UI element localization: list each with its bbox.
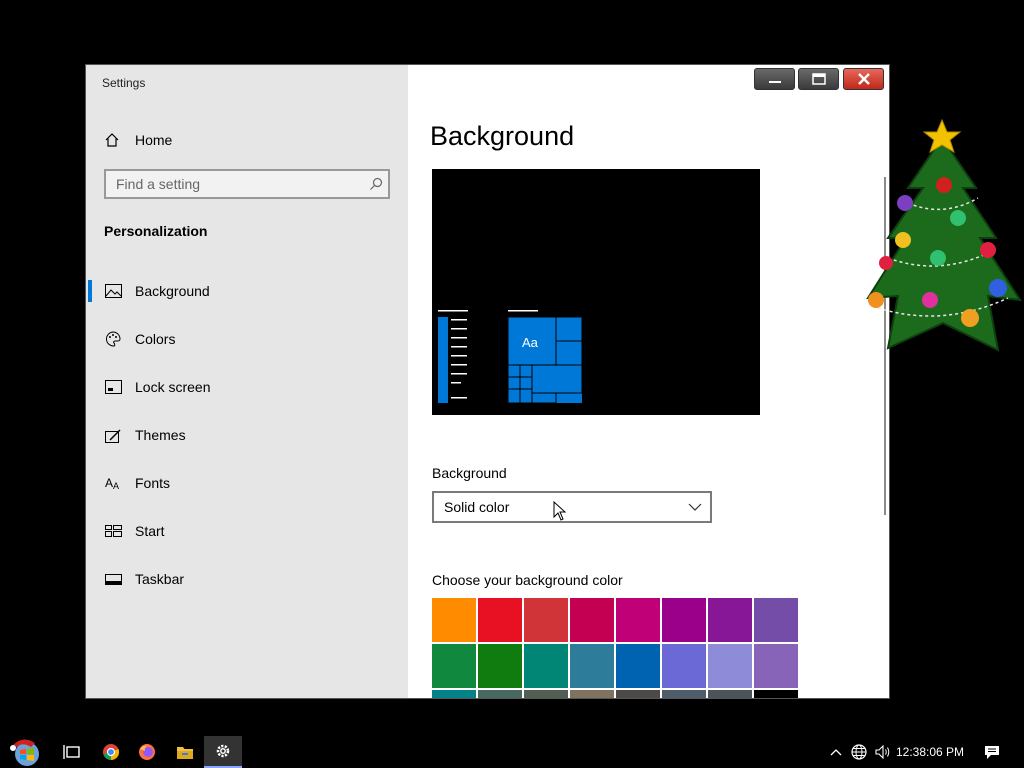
minimize-button[interactable] [754, 68, 795, 90]
action-center-button[interactable] [980, 736, 1004, 768]
background-type-select[interactable]: Solid color [432, 491, 712, 523]
color-swatch[interactable] [754, 690, 798, 698]
color-swatch[interactable] [478, 644, 522, 688]
color-swatch[interactable] [524, 690, 568, 698]
show-hidden-icons-button[interactable] [826, 736, 846, 768]
search-box[interactable] [104, 169, 390, 199]
search-input[interactable] [106, 176, 364, 192]
color-swatch[interactable] [432, 644, 476, 688]
start-button[interactable] [6, 736, 46, 768]
color-swatch[interactable] [432, 690, 476, 698]
sidebar-item-fonts[interactable]: AA Fonts [86, 464, 408, 502]
maximize-button[interactable] [798, 68, 839, 90]
sidebar-item-label: Lock screen [135, 379, 211, 395]
section-title: Personalization [104, 223, 208, 239]
window-title: Settings [102, 76, 146, 90]
mouse-cursor-icon [553, 500, 567, 526]
sidebar-item-lock-screen[interactable]: Lock screen [86, 368, 408, 406]
sidebar-item-label: Start [135, 523, 165, 539]
svg-text:A: A [113, 481, 119, 490]
sidebar-item-colors[interactable]: Colors [86, 320, 408, 358]
christmas-tree-decoration [848, 118, 1023, 358]
notification-icon [985, 745, 999, 759]
background-field-label: Background [432, 465, 507, 481]
start-menu-preview [438, 310, 583, 404]
chrome-icon [103, 744, 120, 761]
sidebar-item-themes[interactable]: Themes [86, 416, 408, 454]
color-swatch[interactable] [478, 598, 522, 642]
close-icon [857, 73, 870, 85]
color-swatch[interactable] [662, 690, 706, 698]
taskbar-clock[interactable]: 12:38:06 PM [896, 745, 964, 759]
color-swatch[interactable] [708, 690, 752, 698]
sidebar-item-taskbar[interactable]: Taskbar [86, 560, 408, 598]
sidebar-item-start[interactable]: Start [86, 512, 408, 550]
sidebar-item-background[interactable]: Background [86, 272, 408, 310]
chevron-up-icon [830, 749, 842, 756]
color-swatch[interactable] [570, 644, 614, 688]
globe-icon [851, 744, 867, 760]
page-title: Background [430, 121, 575, 151]
picture-icon [104, 284, 122, 298]
taskbar-icon [104, 573, 122, 585]
speaker-icon [875, 745, 890, 759]
file-explorer-icon [177, 746, 193, 759]
color-swatch[interactable] [616, 644, 660, 688]
content-pane: Background Aa Background Solid color Cho… [408, 65, 889, 698]
task-view-button[interactable] [52, 736, 90, 768]
search-icon[interactable] [364, 177, 388, 191]
fonts-icon: AA [104, 476, 122, 490]
close-button[interactable] [843, 68, 884, 90]
settings-icon [216, 744, 230, 758]
sidebar: Settings Home Personalization Background [86, 65, 408, 698]
color-swatch[interactable] [478, 690, 522, 698]
sidebar-item-label: Taskbar [135, 571, 185, 587]
color-swatch[interactable] [432, 598, 476, 642]
color-swatch[interactable] [524, 644, 568, 688]
firefox-button[interactable] [128, 736, 166, 768]
color-swatch[interactable] [708, 644, 752, 688]
taskbar: 12:38:06 PM [0, 736, 1024, 768]
start-icon [104, 525, 122, 537]
color-swatch[interactable] [754, 598, 798, 642]
firefox-icon [139, 744, 155, 760]
color-swatch[interactable] [524, 598, 568, 642]
sidebar-item-label: Fonts [135, 475, 171, 491]
volume-button[interactable] [872, 736, 894, 768]
file-explorer-button[interactable] [166, 736, 204, 768]
color-swatch[interactable] [570, 598, 614, 642]
color-swatch[interactable] [616, 690, 660, 698]
color-swatch-grid [432, 598, 802, 698]
themes-icon [104, 428, 122, 443]
preview-sample-text: Aa [522, 335, 538, 350]
start-icon [10, 739, 39, 766]
color-swatch[interactable] [662, 644, 706, 688]
color-swatch[interactable] [662, 598, 706, 642]
home-label: Home [135, 132, 173, 148]
minimize-icon [768, 81, 781, 83]
color-swatch[interactable] [616, 598, 660, 642]
color-swatch[interactable] [754, 644, 798, 688]
sidebar-item-label: Background [135, 283, 210, 299]
svg-text:A: A [105, 476, 113, 490]
chevron-down-icon [680, 503, 710, 511]
sidebar-item-label: Colors [135, 331, 176, 347]
settings-window: Settings Home Personalization Background [85, 64, 890, 699]
sidebar-item-label: Themes [135, 427, 186, 443]
home-link[interactable]: Home [104, 129, 172, 151]
chrome-button[interactable] [92, 736, 130, 768]
maximize-icon [811, 73, 826, 85]
palette-icon [104, 331, 122, 347]
color-swatch[interactable] [570, 690, 614, 698]
desktop-preview: Aa [432, 169, 760, 415]
network-button[interactable] [849, 736, 869, 768]
settings-taskbar-button[interactable] [204, 736, 242, 768]
home-icon [104, 132, 122, 148]
task-view-icon [63, 745, 80, 759]
color-picker-label: Choose your background color [432, 572, 623, 588]
lock-screen-icon [104, 380, 122, 394]
color-swatch[interactable] [708, 598, 752, 642]
